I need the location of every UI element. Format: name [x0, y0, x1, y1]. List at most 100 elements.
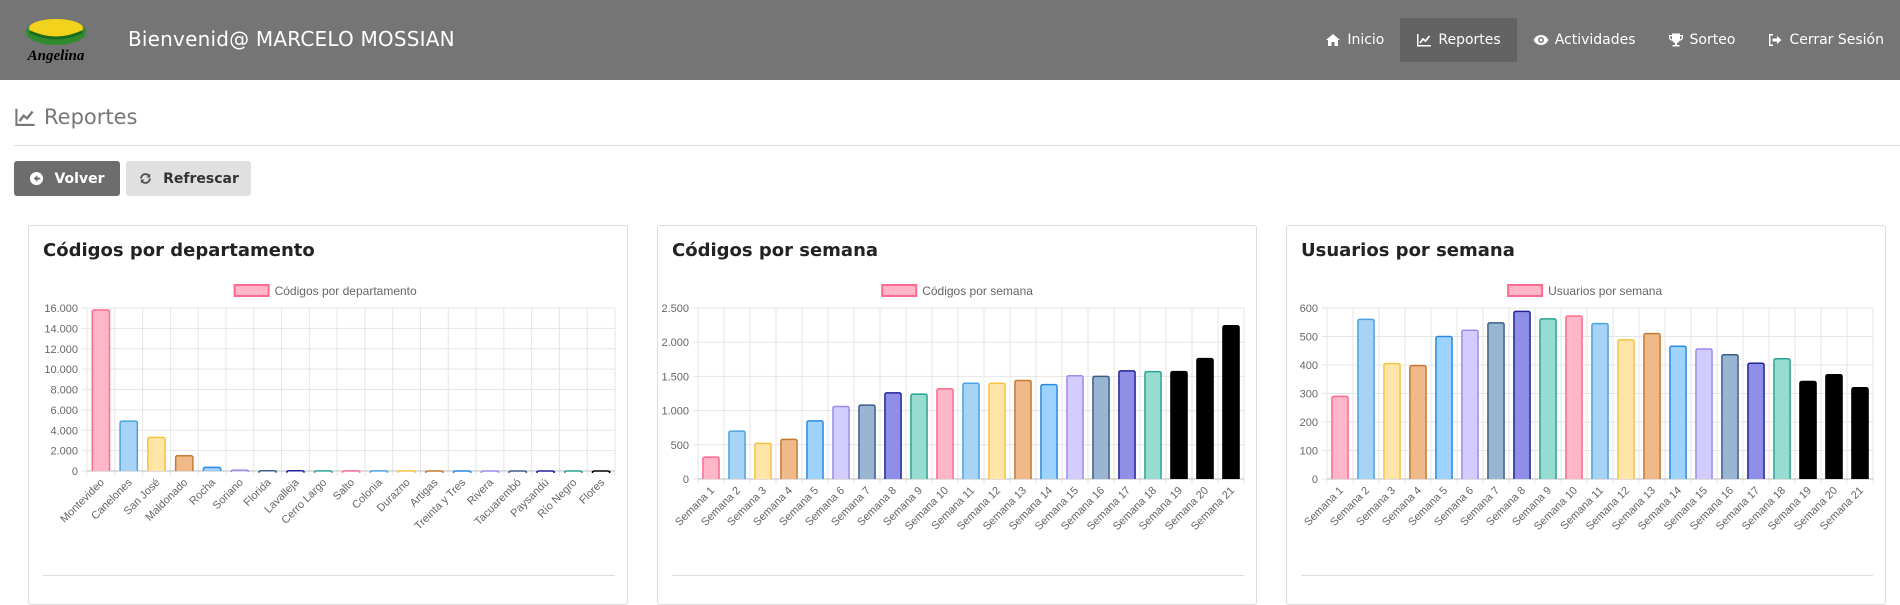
bar-montevideo[interactable]: [91, 309, 111, 471]
bar-semana-7[interactable]: [858, 404, 876, 479]
bar-canelones[interactable]: [119, 420, 139, 471]
nav-reportes[interactable]: Reportes: [1400, 18, 1517, 62]
bar-semana-12[interactable]: [1617, 339, 1635, 479]
bar-cerro-largo[interactable]: [313, 470, 333, 473]
nav-inicio-label: Inicio: [1347, 32, 1385, 48]
bar-semana-17[interactable]: [1747, 362, 1765, 479]
bar-salto[interactable]: [341, 470, 361, 473]
y-tick-label: 0: [72, 466, 78, 478]
bar-semana-6[interactable]: [1461, 329, 1479, 479]
bar-semana-4[interactable]: [1409, 364, 1427, 479]
bar-artigas[interactable]: [425, 470, 444, 473]
nav-cerrar-sesion-label: Cerrar Sesión: [1789, 32, 1884, 48]
top-navbar: Angelina Bienvenid@ MARCELO MOSSIAN Inic…: [0, 0, 1900, 80]
panel-usuarios-semana: Usuarios por semana Usuarios por semana 0…: [1286, 225, 1886, 605]
bar-semana-5[interactable]: [1435, 335, 1453, 480]
legend-swatch[interactable]: [1507, 284, 1544, 297]
bar-semana-10[interactable]: [936, 387, 954, 479]
bar-semana-14[interactable]: [1669, 345, 1687, 479]
bar-semana-13[interactable]: [1643, 332, 1661, 479]
bar-semana-7[interactable]: [1487, 322, 1505, 479]
bar-semana-18[interactable]: [1144, 370, 1162, 479]
bar-semana-15[interactable]: [1695, 348, 1713, 479]
volver-button[interactable]: Volver: [14, 161, 120, 196]
main-nav: Inicio Reportes Actividades Sorteo Cerra…: [1309, 18, 1900, 62]
bar-semana-2[interactable]: [1357, 318, 1375, 479]
bar-semana-14[interactable]: [1040, 383, 1058, 479]
bar-semana-20[interactable]: [1825, 373, 1843, 479]
bar-semana-8[interactable]: [884, 392, 902, 479]
y-tick-label: 6.000: [50, 405, 78, 417]
nav-cerrar-sesion[interactable]: Cerrar Sesión: [1751, 18, 1900, 62]
bar-tacuarembó[interactable]: [508, 470, 528, 474]
legend-label: Códigos por semana: [922, 284, 1033, 298]
bar-semana-11[interactable]: [962, 382, 980, 479]
bar-semana-12[interactable]: [988, 382, 1006, 479]
trophy-icon: [1668, 33, 1683, 47]
bar-florida[interactable]: [258, 469, 277, 473]
bar-semana-10[interactable]: [1565, 315, 1583, 479]
bar-semana-17[interactable]: [1118, 370, 1136, 479]
line-chart-icon: [1417, 34, 1432, 47]
y-tick-label: 2.000: [50, 446, 78, 458]
bar-maldonado[interactable]: [174, 454, 194, 471]
bar-durazno[interactable]: [397, 470, 416, 473]
nav-actividades[interactable]: Actividades: [1517, 18, 1652, 62]
bar-lavalleja[interactable]: [286, 470, 305, 473]
bar-semana-4[interactable]: [780, 438, 798, 479]
bar-san-josé[interactable]: [147, 436, 166, 471]
page-title: Reportes: [14, 105, 137, 129]
y-tick-label: 14.000: [44, 323, 78, 335]
bar-colonia[interactable]: [369, 470, 389, 473]
bar-flores[interactable]: [591, 470, 611, 474]
bar-semana-18[interactable]: [1773, 357, 1791, 479]
bar-semana-16[interactable]: [1721, 353, 1739, 479]
panel-codigos-departamento: Códigos por departamento Códigos por dep…: [28, 225, 628, 605]
bar-semana-20[interactable]: [1196, 357, 1214, 479]
bar-semana-19[interactable]: [1170, 370, 1188, 479]
sign-out-icon: [1769, 34, 1782, 46]
x-tick-label: Flores: [577, 476, 607, 506]
refrescar-button[interactable]: Refrescar: [126, 161, 251, 196]
bar-semana-13[interactable]: [1014, 379, 1032, 479]
y-tick-label: 4.000: [50, 425, 78, 437]
panel-divider: [1301, 575, 1873, 576]
bar-semana-11[interactable]: [1591, 322, 1609, 479]
bar-semana-5[interactable]: [806, 420, 824, 479]
bar-semana-9[interactable]: [910, 393, 928, 479]
bar-semana-21[interactable]: [1851, 387, 1869, 479]
refrescar-label: Refrescar: [163, 170, 239, 187]
bar-rocha[interactable]: [202, 466, 222, 471]
bar-semana-16[interactable]: [1092, 375, 1110, 479]
header-divider: [14, 145, 1900, 146]
bar-semana-3[interactable]: [1383, 362, 1401, 479]
bar-paysandú[interactable]: [536, 470, 555, 474]
y-tick-label: 12.000: [44, 344, 78, 356]
bar-rivera[interactable]: [480, 470, 500, 473]
bar-semana-1[interactable]: [1331, 395, 1349, 479]
chart-codigos-semana: Códigos por semana 0 500 1.000 1.500 2.000 2.5…: [661, 284, 1245, 533]
bar-semana-2[interactable]: [728, 430, 746, 479]
panel-divider: [672, 575, 1244, 576]
bar-semana-19[interactable]: [1799, 380, 1817, 479]
legend-swatch[interactable]: [881, 284, 918, 297]
y-tick-label: 16.000: [44, 303, 78, 315]
bar-río-negro[interactable]: [563, 470, 583, 474]
nav-sorteo[interactable]: Sorteo: [1652, 18, 1752, 62]
nav-actividades-label: Actividades: [1554, 32, 1636, 48]
bar-semana-6[interactable]: [832, 405, 850, 479]
legend-swatch[interactable]: [233, 284, 270, 297]
panel-title: Usuarios por semana: [1301, 240, 1515, 261]
bar-semana-1[interactable]: [702, 456, 720, 479]
bar-treinta-y-tres[interactable]: [452, 470, 472, 473]
nav-reportes-label: Reportes: [1438, 32, 1501, 48]
bar-semana-8[interactable]: [1513, 310, 1531, 479]
angelina-logo[interactable]: Angelina: [18, 14, 94, 64]
y-tick-label: 600: [1300, 303, 1318, 315]
x-tick-label: Soriano: [211, 477, 246, 512]
nav-inicio[interactable]: Inicio: [1309, 18, 1400, 62]
bar-semana-9[interactable]: [1539, 318, 1557, 479]
bar-semana-15[interactable]: [1066, 374, 1084, 479]
bar-semana-3[interactable]: [754, 442, 772, 479]
bar-semana-21[interactable]: [1222, 325, 1240, 479]
